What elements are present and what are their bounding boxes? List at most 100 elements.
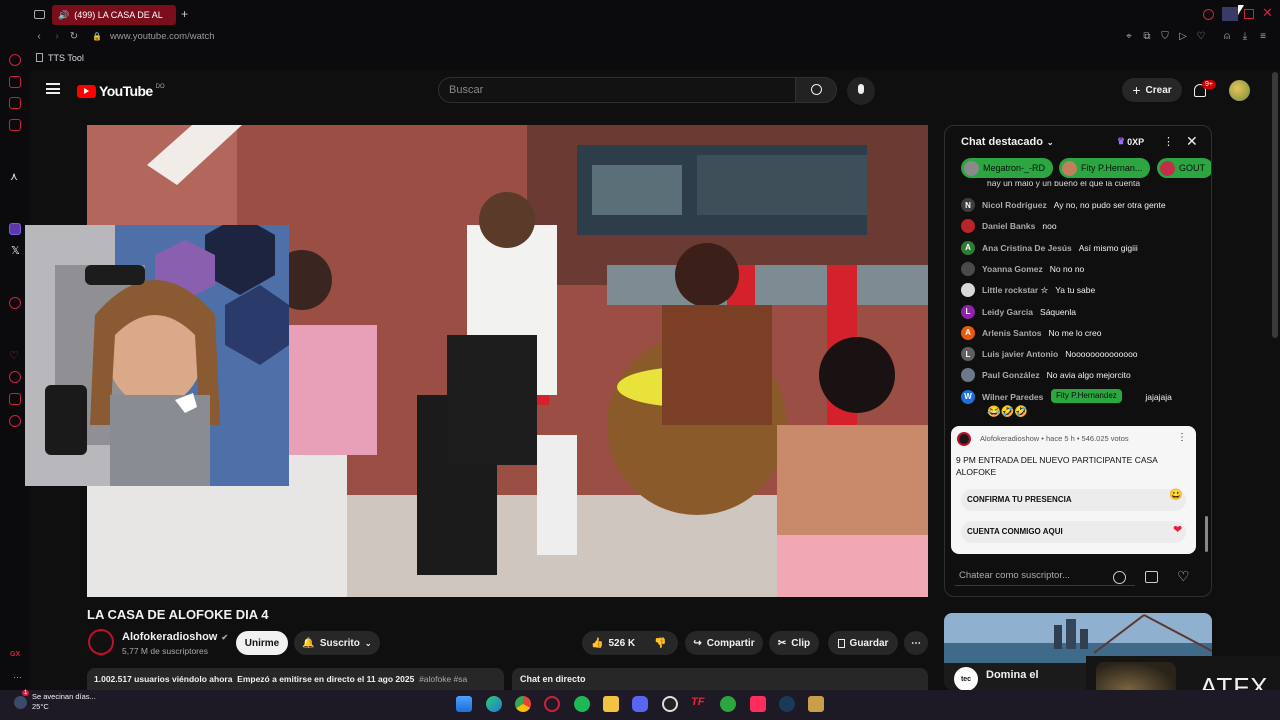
hamburger-menu-icon[interactable] <box>46 83 60 94</box>
windows-start-icon[interactable] <box>456 696 472 712</box>
chat-author-name[interactable]: Ana Cristina De Jesús <box>982 243 1072 253</box>
search-button[interactable] <box>795 77 837 103</box>
chat-author-name[interactable]: Daniel Banks <box>982 221 1035 231</box>
hashtags[interactable]: #alofoke #sa <box>419 674 467 684</box>
chat-message[interactable]: A Arlenis Santos No me lo creo <box>961 325 1101 340</box>
more-actions-button[interactable]: ⋯ <box>904 631 928 655</box>
shield-icon[interactable]: ⛉ <box>1160 32 1170 42</box>
tiktok-taskbar-icon[interactable] <box>750 696 766 712</box>
chat-author-name[interactable]: Wilner Paredes <box>982 392 1043 402</box>
x-twitter-icon[interactable]: 𝕏 <box>11 244 20 257</box>
poll-more-icon[interactable]: ⋮ <box>1177 432 1187 443</box>
pinned-chip-3[interactable]: GOUT <box>1157 158 1211 178</box>
xbox-icon[interactable] <box>720 696 736 712</box>
share-button[interactable]: ↪ Compartir <box>685 631 763 655</box>
file-explorer-icon[interactable] <box>603 696 619 712</box>
workspace-icon[interactable] <box>34 10 45 19</box>
speaker-icon[interactable]: 🔊 <box>58 10 69 21</box>
youtube-logo[interactable]: YouTube DO <box>77 83 165 99</box>
chat-author-name[interactable]: Yoanna Gomez <box>982 264 1043 274</box>
like-heart-icon[interactable]: ♡ <box>1177 568 1190 585</box>
minimize-button[interactable] <box>1222 7 1238 21</box>
clip-button[interactable]: ✂ Clip <box>769 631 819 655</box>
chat-author-avatar[interactable]: A <box>961 325 975 340</box>
pin-icon[interactable]: ⌖ <box>1124 32 1134 42</box>
page-scrollbar[interactable] <box>1272 72 1278 338</box>
chat-author-name[interactable]: Nicol Rodríguez <box>982 200 1047 210</box>
url-field[interactable]: www.youtube.com/watch <box>110 31 215 42</box>
back-icon[interactable]: ‹ <box>34 32 44 42</box>
chat-message[interactable]: L Luis javier Antonio Noooooooooooooo <box>961 347 1138 362</box>
extensions-icon[interactable] <box>9 393 21 405</box>
subscribed-button[interactable]: 🔔 Suscrito ⌄ <box>294 631 380 655</box>
join-button[interactable]: Unirme <box>236 631 288 655</box>
spotify-icon[interactable] <box>574 696 590 712</box>
chat-author-avatar[interactable] <box>961 368 975 383</box>
tiktok-app-icon[interactable]: ⋏ <box>10 170 18 183</box>
thumbs-up-icon[interactable]: 👍 <box>591 638 603 649</box>
chat-message[interactable]: Little rockstar ☆ Ya tu sabe <box>961 283 1095 298</box>
user-avatar[interactable] <box>1229 80 1250 101</box>
instagram-icon[interactable] <box>9 97 21 109</box>
settings-icon[interactable] <box>9 415 21 427</box>
voice-search-button[interactable] <box>847 77 875 105</box>
chat-scrollbar[interactable] <box>1205 516 1208 552</box>
channel-name[interactable]: Alofokeradioshow ✔ <box>122 631 228 643</box>
game-app-icon[interactable] <box>808 696 824 712</box>
chat-author-avatar[interactable]: N <box>961 198 975 212</box>
new-tab-button[interactable]: + <box>181 8 188 20</box>
chat-message[interactable]: L Leidy Garcia Sáquenla <box>961 304 1076 319</box>
opera-gx-taskbar-icon[interactable] <box>544 696 560 712</box>
favorites-icon[interactable]: ♡ <box>9 349 21 362</box>
flow-icon[interactable]: ▷ <box>1178 32 1188 42</box>
chat-message[interactable]: N Nicol Rodríguez Ay no, no pudo ser otra … <box>961 198 1166 212</box>
close-window-button[interactable]: ✕ <box>1262 6 1273 20</box>
super-chat-icon[interactable] <box>1145 571 1158 583</box>
messenger-icon[interactable] <box>9 76 21 88</box>
bookmark-tts-tool[interactable]: TTS Tool <box>48 53 84 63</box>
chat-author-avatar[interactable]: L <box>961 304 975 319</box>
chat-author-avatar[interactable]: A <box>961 240 975 255</box>
thumbs-down-icon[interactable]: 👎 <box>654 638 666 649</box>
edge-icon[interactable] <box>486 696 502 712</box>
snapshot-icon[interactable]: ⧉ <box>1142 32 1152 42</box>
chat-author-name[interactable]: Luis javier Antonio <box>982 349 1058 359</box>
chat-author-name[interactable]: Leidy Garcia <box>982 307 1033 317</box>
search-input[interactable]: Buscar <box>438 77 796 103</box>
mention-chip[interactable]: Fity P.Hernandez <box>1051 389 1122 403</box>
twitch-icon[interactable] <box>9 223 21 235</box>
menu-icon[interactable]: ≡ <box>1258 32 1268 42</box>
pinned-chip-2[interactable]: Fity P.Hernan... <box>1059 158 1151 178</box>
chat-message[interactable]: Daniel Banks noo <box>961 219 1057 234</box>
chat-author-name[interactable]: Paul González <box>982 370 1040 380</box>
create-button[interactable]: + Crear <box>1122 78 1182 102</box>
description-box[interactable]: 1.002.517 usuarios viéndolo ahora Empezó… <box>87 668 504 690</box>
chat-message[interactable]: A Ana Cristina De Jesús Así mismo gigiii <box>961 240 1138 255</box>
chat-author-avatar[interactable] <box>961 261 975 276</box>
live-chat-replay-box[interactable]: Chat en directo <box>512 668 928 690</box>
history-icon[interactable] <box>9 371 21 383</box>
tf-app-icon[interactable]: TF <box>691 696 707 712</box>
chat-author-avatar[interactable]: L <box>961 347 975 362</box>
maximize-button[interactable] <box>1244 9 1254 19</box>
poll-option-2[interactable]: CUENTA CONMIGO AQUI <box>961 521 1186 543</box>
aria-icon[interactable] <box>9 54 21 66</box>
search-tabs-icon[interactable] <box>1203 9 1214 20</box>
chat-message[interactable]: Paul González No avia algo mejorcito <box>961 368 1131 383</box>
account-icon[interactable]: ⍝ <box>1222 32 1232 42</box>
forward-icon[interactable]: › <box>52 32 62 42</box>
chat-input[interactable]: Chatear como suscriptor... <box>955 566 1135 586</box>
chat-author-avatar[interactable]: W <box>961 389 975 404</box>
like-count[interactable]: 526 K <box>608 638 635 649</box>
obs-icon[interactable] <box>662 696 678 712</box>
discord-icon[interactable] <box>632 696 648 712</box>
poll-option-1[interactable]: CONFIRMA TU PRESENCIA <box>961 489 1186 511</box>
chat-author-name[interactable]: Arlenis Santos <box>982 328 1042 338</box>
player-icon[interactable] <box>9 297 21 309</box>
more-icon[interactable]: ⋯ <box>13 672 22 683</box>
emoji-picker-icon[interactable] <box>1113 571 1126 584</box>
channel-avatar[interactable] <box>88 629 114 655</box>
tab-youtube[interactable]: 🔊 (499) LA CASA DE AL <box>52 5 176 25</box>
xp-badge[interactable]: ♛ 0XP <box>1117 136 1144 147</box>
chat-author-avatar[interactable] <box>961 219 975 234</box>
